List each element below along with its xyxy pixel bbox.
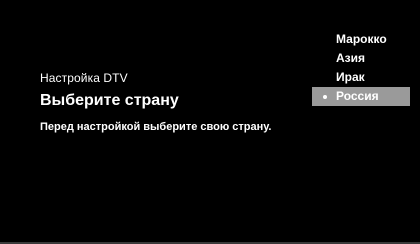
country-option-russia[interactable]: Россия [312, 87, 410, 106]
instruction-text: Перед настройкой выберите свою страну. [40, 121, 272, 133]
country-label: Марокко [336, 32, 387, 46]
page-title: Выберите страну [40, 92, 179, 109]
country-label: Ирак [336, 70, 365, 84]
country-option-iraq[interactable]: Ирак [312, 68, 410, 87]
tv-setup-screen: Настройка DTV Выберите страну Перед наст… [0, 0, 420, 244]
country-option-asia[interactable]: Азия [312, 49, 410, 68]
country-label: Россия [336, 89, 379, 103]
country-label: Азия [336, 51, 366, 65]
country-list: Марокко Азия Ирак Россия [312, 30, 410, 106]
country-option-morocco[interactable]: Марокко [312, 30, 410, 49]
setup-title: Настройка DTV [40, 71, 128, 85]
bullet-icon [323, 95, 327, 99]
